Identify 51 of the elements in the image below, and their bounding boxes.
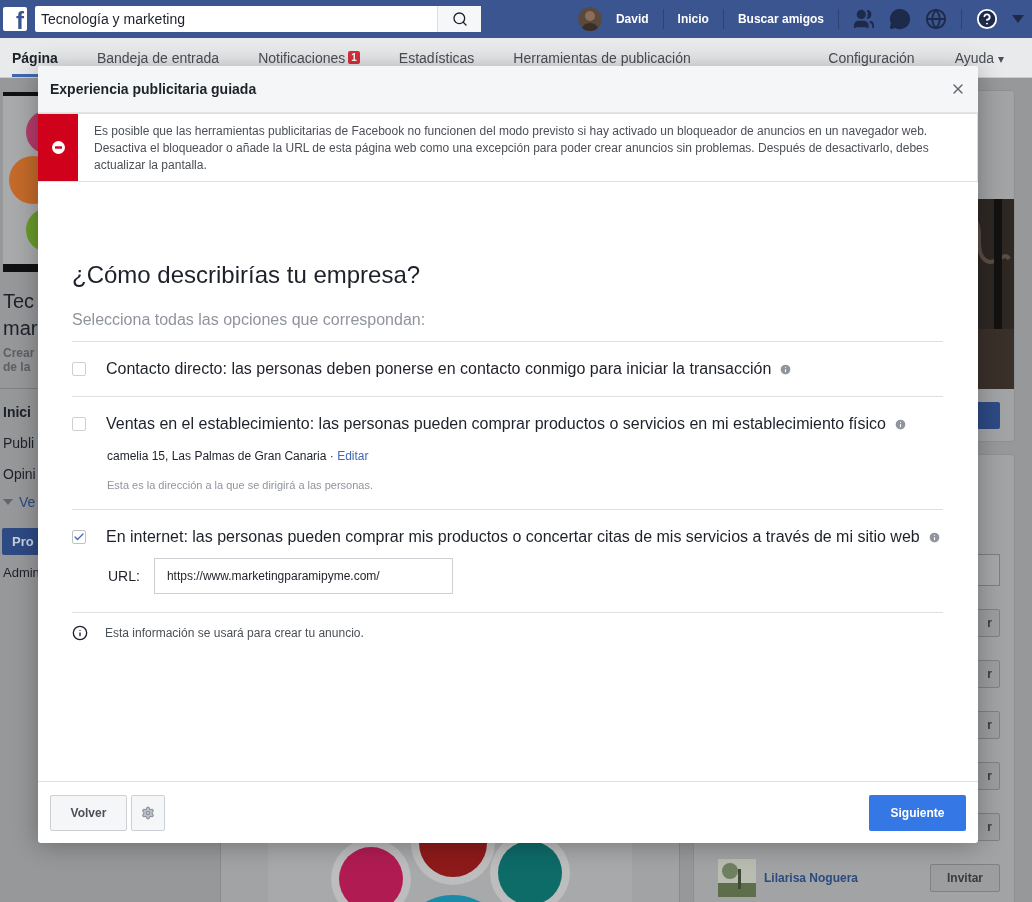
page-title: Tec bbox=[3, 289, 35, 314]
page-tab[interactable]: Notificaciones 1 bbox=[258, 38, 360, 77]
checkbox[interactable] bbox=[72, 362, 86, 376]
info-icon[interactable] bbox=[893, 417, 907, 431]
chat-icon[interactable] bbox=[889, 8, 911, 30]
info-icon bbox=[72, 625, 88, 641]
search-button[interactable] bbox=[437, 6, 481, 32]
sidebar-item[interactable]: Publi bbox=[3, 428, 35, 459]
next-button[interactable]: Siguiente bbox=[869, 794, 966, 831]
settings-icon bbox=[141, 805, 155, 820]
edit-link[interactable]: Editar bbox=[337, 449, 369, 463]
page-title: mar bbox=[3, 316, 38, 341]
info-text: Esta información se usará para crear tu anuncio. bbox=[105, 626, 364, 640]
address-note: Esta es la dirección a la que se dirigirá a las personas. bbox=[107, 479, 374, 491]
sidebar-item[interactable]: Opini bbox=[3, 459, 36, 490]
friends-icon[interactable] bbox=[853, 8, 875, 30]
top-link[interactable]: Buscar amigos bbox=[737, 12, 824, 26]
help-icon[interactable] bbox=[976, 8, 998, 30]
field-label: URL: bbox=[108, 568, 140, 584]
checkbox[interactable] bbox=[72, 417, 86, 431]
info-icon[interactable] bbox=[779, 362, 793, 376]
triangle-icon bbox=[3, 499, 13, 505]
question-hint: Selecciona todas las opciones que correspondan: bbox=[72, 311, 943, 342]
caret-icon[interactable] bbox=[1012, 15, 1024, 23]
checkbox[interactable] bbox=[72, 530, 86, 544]
nav-link[interactable]: Ayuda ▾ bbox=[954, 49, 1004, 66]
settings-button[interactable] bbox=[131, 794, 165, 831]
search-field[interactable]: Tecnología y marketing bbox=[35, 6, 481, 32]
friend-name[interactable]: Lilarisa Noguera bbox=[764, 871, 922, 885]
avatar[interactable] bbox=[577, 7, 602, 31]
dialog-title: Experiencia publicitaria guiada bbox=[50, 81, 258, 97]
search-icon bbox=[451, 11, 468, 27]
page-subtitle: Crear bbox=[3, 346, 35, 360]
logo[interactable]: f bbox=[3, 7, 27, 31]
url-field[interactable]: https://www.marketingparamipyme.com/ bbox=[153, 558, 453, 594]
option-label: Ventas en el establecimiento: las personas pueden comprar productos o servicios en mi establecimiento físico bbox=[106, 415, 886, 433]
address-text: camelia 15, Las Palmas de Gran Canaria · Editar bbox=[107, 449, 370, 463]
back-button[interactable]: Volver bbox=[50, 794, 127, 831]
sidebar-item[interactable]: Inici bbox=[3, 397, 31, 428]
globe-icon[interactable] bbox=[925, 8, 947, 30]
nav-link[interactable]: Configuración bbox=[828, 49, 915, 66]
blocked-icon bbox=[51, 141, 65, 154]
notification-badge: 1 bbox=[348, 51, 360, 64]
profile-link[interactable]: David bbox=[615, 12, 649, 26]
option-label: Contacto directo: las personas deben ponerse en contacto conmigo para iniciar la transacción bbox=[106, 360, 772, 378]
question-heading: ¿Cómo describirías tu empresa? bbox=[72, 261, 422, 289]
alert-message: Es posible que las herramientas publicitarias de Facebook no funcionen del modo previsto si hay activado un bloqueador de anuncios en un navegador web. Desactiva el bloqueador o añade la URL de esta página web como una excepción para poder crear anuncios sin problemas. Después de desactivarlo, debes actualizar la pantalla. bbox=[93, 123, 930, 174]
invite-button[interactable]: Invitar bbox=[930, 864, 1000, 892]
top-link[interactable]: Inicio bbox=[677, 12, 709, 26]
option-label: En internet: las personas pueden comprar mis productos o concertar citas de mis servicios a través de mi sitio web bbox=[106, 528, 920, 546]
info-icon[interactable] bbox=[927, 530, 941, 544]
